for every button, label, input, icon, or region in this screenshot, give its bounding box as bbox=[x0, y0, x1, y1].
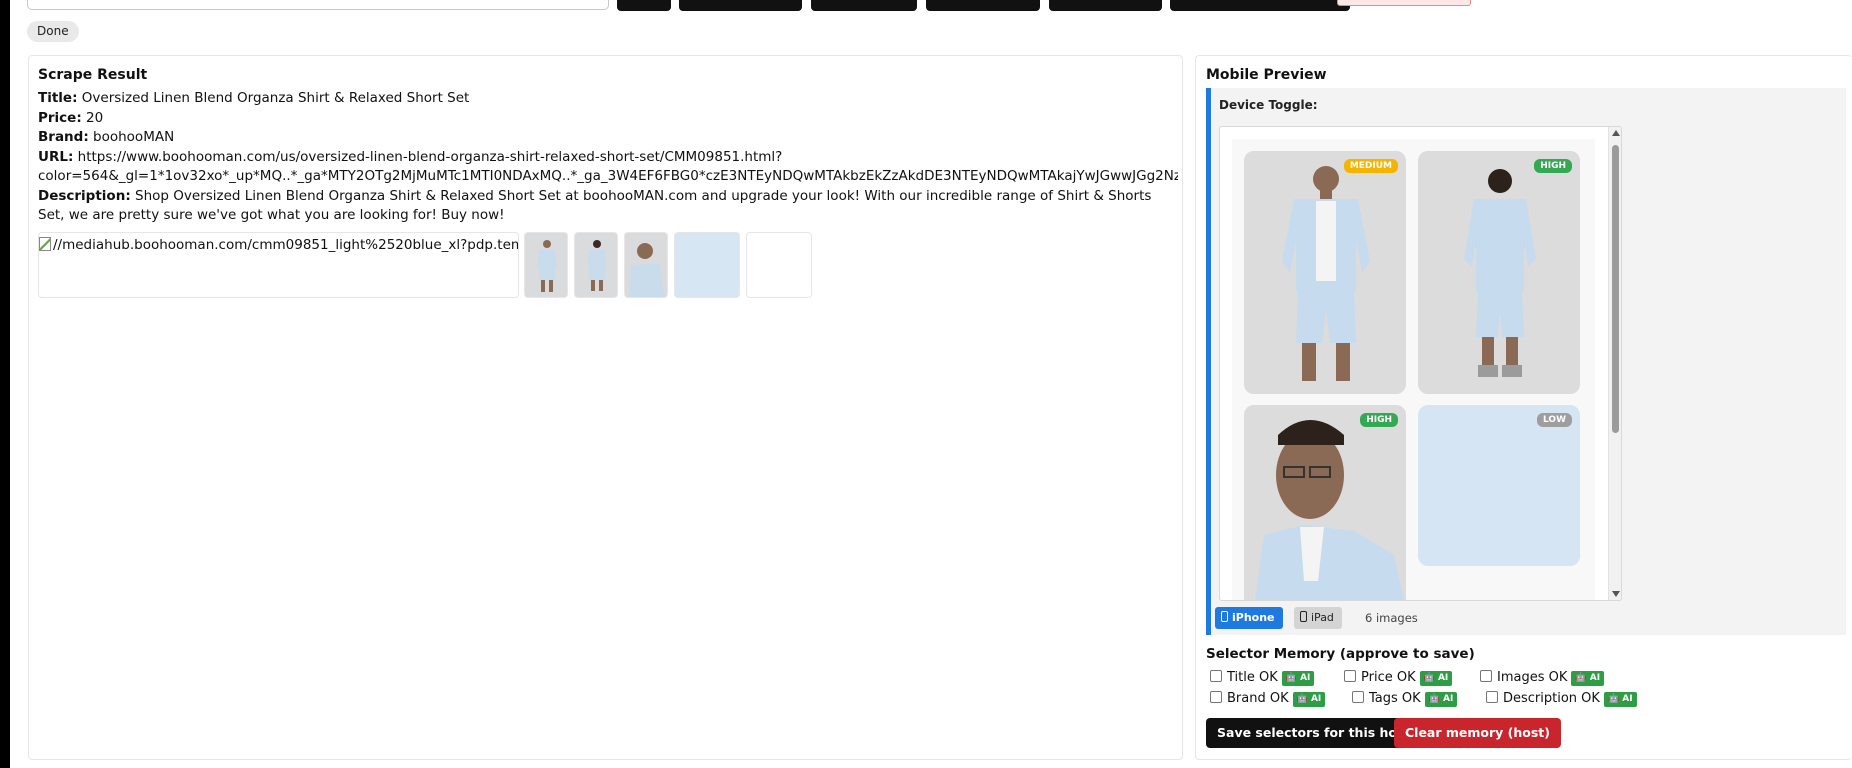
price-ok-checkbox[interactable]: Price OK 🤖 AI bbox=[1344, 669, 1453, 689]
brand-value: boohooMAN bbox=[93, 129, 175, 145]
ai-badge: 🤖 AI bbox=[1419, 671, 1453, 686]
clear-memory-button[interactable]: Clear memory (host) bbox=[1394, 718, 1561, 748]
url-input[interactable] bbox=[27, 0, 609, 10]
checkbox-label: Title OK bbox=[1227, 670, 1278, 685]
thumbnail-image[interactable] bbox=[524, 232, 568, 298]
window-edge bbox=[0, 0, 10, 768]
save-selectors-button[interactable]: Save selectors for this host bbox=[1206, 718, 1422, 748]
title-value: Oversized Linen Blend Organza Shirt & Re… bbox=[81, 90, 470, 106]
brand-row: Brand: boohooMAN bbox=[38, 128, 1178, 148]
thumbnail-image[interactable] bbox=[574, 232, 618, 298]
toolbar-button-5[interactable] bbox=[1049, 0, 1162, 11]
quality-badge: HIGH bbox=[1360, 413, 1398, 427]
top-toolbar bbox=[27, 0, 1497, 12]
toolbar-button-2[interactable] bbox=[679, 0, 802, 11]
ai-badge: 🤖 AI bbox=[1424, 692, 1458, 707]
title-row: Title: Oversized Linen Blend Organza Shi… bbox=[38, 89, 1178, 109]
ipad-toggle-button[interactable]: iPad bbox=[1294, 607, 1342, 629]
iphone-label: iPhone bbox=[1232, 611, 1275, 624]
toolbar-button-3[interactable] bbox=[811, 0, 917, 11]
field-label: Description: bbox=[38, 187, 131, 204]
tags-ok-checkbox[interactable]: Tags OK 🤖 AI bbox=[1352, 690, 1458, 710]
person-front-icon bbox=[1244, 151, 1406, 394]
ai-badge: 🤖 AI bbox=[1281, 671, 1315, 686]
image-card[interactable]: HIGH bbox=[1244, 405, 1406, 600]
toolbar-button-4[interactable] bbox=[926, 0, 1040, 11]
ai-badge: 🤖 AI bbox=[1571, 671, 1605, 686]
title-ok-checkbox[interactable]: Title OK 🤖 AI bbox=[1210, 669, 1315, 689]
quality-badge: HIGH bbox=[1534, 159, 1572, 173]
url-value[interactable]: https://www.boohooman.com/us/oversized-l… bbox=[78, 149, 783, 165]
checkbox[interactable] bbox=[1352, 691, 1364, 703]
checkbox-label: Tags OK bbox=[1369, 691, 1421, 706]
images-ok-checkbox[interactable]: Images OK 🤖 AI bbox=[1480, 669, 1605, 689]
mobile-preview-panel: Mobile Preview Device Toggle: MEDIUM HIG… bbox=[1195, 55, 1852, 760]
description-row: Description: Shop Oversized Linen Blend … bbox=[38, 187, 1178, 226]
image-card[interactable]: MEDIUM bbox=[1244, 151, 1406, 394]
ai-badge: 🤖 AI bbox=[1603, 692, 1637, 707]
status-badge: Done bbox=[27, 21, 79, 42]
image-card[interactable]: HIGH bbox=[1418, 151, 1580, 394]
checkbox-label: Price OK bbox=[1361, 670, 1416, 685]
checkbox[interactable] bbox=[1210, 691, 1222, 703]
ai-badge: 🤖 AI bbox=[1292, 692, 1326, 707]
person-back-icon bbox=[575, 233, 617, 297]
field-label: Brand: bbox=[38, 129, 89, 145]
url-row-continued: color=564&_gl=1*1ov32xo*_up*MQ..*_ga*MTY… bbox=[38, 167, 1178, 187]
panel-title: Scrape Result bbox=[38, 67, 148, 83]
selector-memory-checklist: Title OK 🤖 AI Price OK 🤖 AI Images OK 🤖 AI … bbox=[1206, 669, 1846, 709]
checkbox[interactable] bbox=[1486, 691, 1498, 703]
checkbox-label: Images OK bbox=[1497, 670, 1568, 685]
iphone-toggle-button[interactable]: iPhone bbox=[1215, 607, 1283, 629]
person-closeup-icon bbox=[1244, 405, 1406, 600]
phone-icon bbox=[1221, 611, 1228, 622]
preview-scrollbar[interactable] bbox=[1608, 127, 1621, 600]
field-label: URL: bbox=[38, 148, 74, 165]
panel-title: Mobile Preview bbox=[1206, 67, 1327, 83]
url-value-continued[interactable]: color=564&_gl=1*1ov32xo*_up*MQ..*_ga*MTY… bbox=[38, 168, 1178, 184]
field-label: Price: bbox=[38, 109, 82, 126]
broken-image-icon bbox=[39, 237, 51, 251]
checkbox-label: Brand OK bbox=[1227, 691, 1289, 706]
brand-ok-checkbox[interactable]: Brand OK 🤖 AI bbox=[1210, 690, 1326, 710]
scrape-result-panel: Scrape Result Title: Oversized Linen Ble… bbox=[28, 55, 1183, 760]
thumbnail-image[interactable] bbox=[746, 232, 812, 298]
checkbox-label: Description OK bbox=[1503, 691, 1600, 706]
selector-memory-title: Selector Memory (approve to save) bbox=[1206, 646, 1475, 662]
price-row: Price: 20 bbox=[38, 109, 1178, 129]
url-row: URL: https://www.boohooman.com/us/oversi… bbox=[38, 148, 1178, 168]
scroll-thumb[interactable] bbox=[1612, 145, 1619, 433]
quality-badge: LOW bbox=[1537, 413, 1572, 427]
image-count: 6 images bbox=[1365, 611, 1418, 625]
image-card[interactable]: LOW bbox=[1418, 405, 1580, 566]
person-front-icon bbox=[525, 233, 567, 297]
tablet-icon bbox=[1300, 611, 1307, 622]
main-image[interactable]: //mediahub.boohooman.com/cmm09851_light%… bbox=[38, 232, 519, 298]
field-label: Title: bbox=[38, 90, 78, 106]
toolbar-warning-button[interactable] bbox=[1337, 0, 1471, 6]
main-image-alt: //mediahub.boohooman.com/cmm09851_light%… bbox=[53, 237, 519, 253]
checkbox[interactable] bbox=[1480, 670, 1492, 682]
thumbnail-image[interactable] bbox=[624, 232, 668, 298]
scroll-down-icon[interactable] bbox=[1612, 591, 1620, 597]
phone-preview-frame[interactable]: MEDIUM HIGH HIGH LOW bbox=[1219, 126, 1622, 601]
toolbar-button-6[interactable] bbox=[1170, 0, 1350, 11]
person-back-icon bbox=[1418, 151, 1580, 394]
scroll-up-icon[interactable] bbox=[1612, 130, 1620, 136]
device-toggle-label: Device Toggle: bbox=[1219, 98, 1318, 112]
quality-badge: MEDIUM bbox=[1343, 159, 1398, 173]
checkbox[interactable] bbox=[1344, 670, 1356, 682]
ipad-label: iPad bbox=[1311, 611, 1334, 624]
description-ok-checkbox[interactable]: Description OK 🤖 AI bbox=[1486, 690, 1637, 710]
thumbnail-image[interactable] bbox=[674, 232, 740, 298]
image-grid: MEDIUM HIGH HIGH LOW bbox=[1232, 139, 1595, 600]
device-preview-box: Device Toggle: MEDIUM HIGH HIGH LOW iPho… bbox=[1206, 88, 1846, 635]
person-closeup-icon bbox=[625, 233, 667, 297]
price-value: 20 bbox=[86, 109, 104, 126]
toolbar-button-1[interactable] bbox=[617, 0, 671, 11]
description-value: Shop Oversized Linen Blend Organza Shirt… bbox=[38, 187, 1152, 224]
scrape-details: Title: Oversized Linen Blend Organza Shi… bbox=[38, 89, 1178, 226]
checkbox[interactable] bbox=[1210, 670, 1222, 682]
